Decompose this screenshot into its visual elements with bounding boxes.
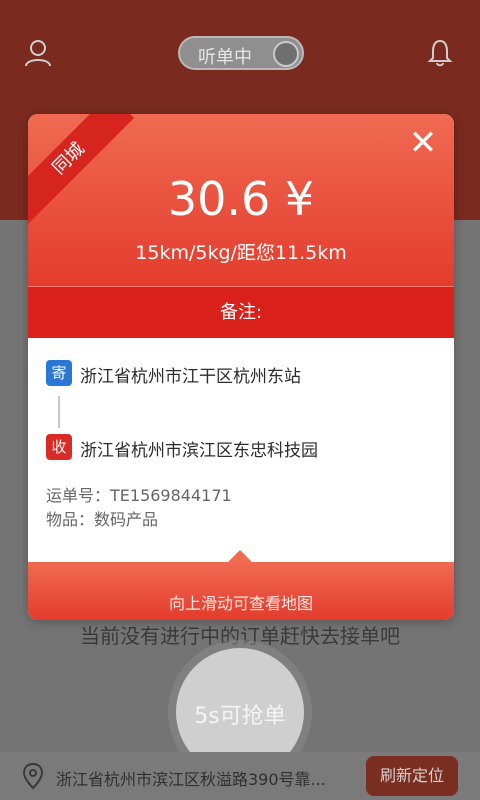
top-bar: 听单中 [0, 0, 480, 110]
toggle-label: 听单中 [198, 47, 252, 68]
refresh-location-button[interactable]: 刷新定位 [366, 756, 458, 796]
grab-order-label: 5s可抢单 [194, 704, 286, 729]
listening-toggle[interactable]: 听单中 [178, 36, 304, 70]
swipe-hint: 向上滑动可查看地图 [168, 594, 313, 613]
order-header: 同城 ✕ 30.6 ¥ 15km/5kg/距您11.5km [28, 114, 454, 286]
order-price: 30.6 ¥ [167, 172, 315, 226]
order-modal: 同城 ✕ 30.6 ¥ 15km/5kg/距您11.5km 备注: 寄 浙江省杭… [28, 114, 454, 620]
current-location-text: 浙江省杭州市滨江区秋溢路390号靠... [56, 770, 326, 789]
user-icon[interactable] [24, 38, 52, 68]
swipe-area[interactable]: 向上滑动可查看地图 [28, 550, 454, 620]
goods-type: 物品：数码产品 [46, 510, 159, 529]
close-icon[interactable]: ✕ [408, 126, 438, 160]
receiver-tag: 收 [46, 434, 72, 460]
sender-tag: 寄 [46, 360, 72, 386]
waybill-number: 运单号：TE1569844171 [46, 486, 232, 505]
receiver-address: 浙江省杭州市滨江区东忠科技园 [80, 441, 318, 461]
order-meta: 15km/5kg/距您11.5km [135, 242, 347, 264]
route: 寄 浙江省杭州市江干区杭州东站 收 浙江省杭州市滨江区东忠科技园 [46, 360, 436, 464]
toggle-knob [273, 41, 299, 67]
note-label: 备注: [28, 286, 454, 338]
receiver-stop: 收 浙江省杭州市滨江区东忠科技园 [46, 434, 436, 464]
location-pin-icon [22, 762, 44, 790]
sender-stop: 寄 浙江省杭州市江干区杭州东站 [46, 360, 436, 390]
swipe-up-notch [228, 550, 252, 562]
bell-icon[interactable] [426, 38, 454, 68]
order-info: 运单号：TE1569844171 物品：数码产品 [46, 484, 436, 532]
sender-address: 浙江省杭州市江干区杭州东站 [80, 367, 301, 387]
empty-orders-message: 当前没有进行中的订单赶快去接单吧 [80, 624, 400, 648]
route-connector [58, 396, 60, 428]
